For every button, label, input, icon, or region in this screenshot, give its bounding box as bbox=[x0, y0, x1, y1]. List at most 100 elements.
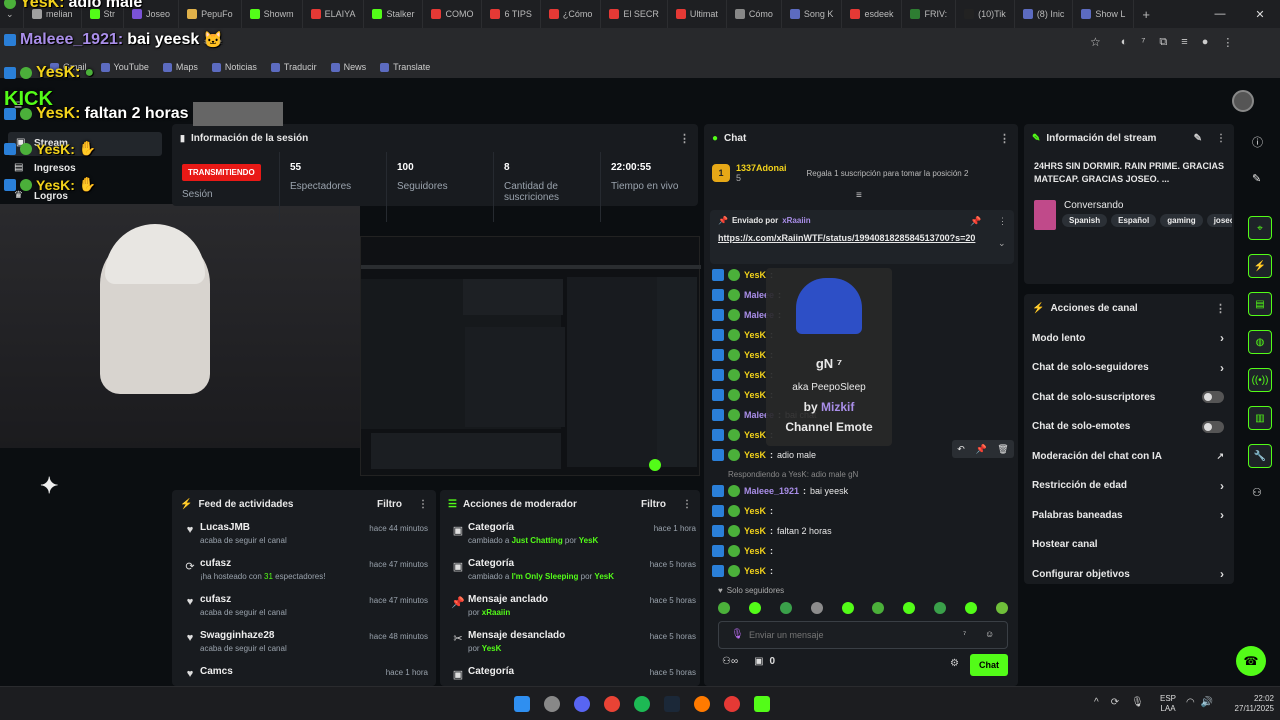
stream-tag[interactable]: joseo bbox=[1206, 214, 1232, 227]
more-options-icon[interactable]: ⋮ bbox=[682, 499, 692, 510]
browser-tab[interactable]: Cómo bbox=[727, 0, 782, 28]
browser-menu-icon[interactable]: ⋮ bbox=[1222, 36, 1233, 49]
browser-tab[interactable]: ¿Cómo bbox=[541, 0, 602, 28]
pinned-link[interactable]: https://x.com/xRaiinWTF/status/199408182… bbox=[718, 232, 980, 244]
7tv-extension-icon[interactable]: ⁷ bbox=[1141, 36, 1145, 49]
chat-username[interactable]: YesK bbox=[744, 526, 766, 536]
minimize-button[interactable]: — bbox=[1200, 0, 1240, 28]
emote-button[interactable] bbox=[810, 602, 823, 614]
mod-action-item[interactable]: 📌 Mensaje anclado por xRaaiin hace 5 horas bbox=[448, 594, 696, 628]
mod-action-item[interactable]: ▣ Categoría cambiado a I'm Only Sleeping p… bbox=[448, 558, 696, 592]
delete-icon[interactable]: 🗑 bbox=[997, 444, 1008, 455]
pin-icon[interactable]: 📌 bbox=[975, 444, 986, 455]
bookmark-star-icon[interactable]: ☆ bbox=[1090, 35, 1101, 49]
category-name[interactable]: Conversando bbox=[1064, 200, 1123, 211]
channel-action-item[interactable]: Hostear canal bbox=[1032, 533, 1224, 557]
chat-username[interactable]: YesK bbox=[744, 506, 766, 516]
kick-app-icon[interactable] bbox=[754, 696, 770, 712]
browser-tab[interactable]: (10)Tik bbox=[956, 0, 1015, 28]
toggle-switch[interactable] bbox=[1202, 391, 1224, 403]
channel-action-item[interactable]: Palabras baneadas › bbox=[1032, 503, 1224, 527]
gift-cta[interactable]: Regala 1 suscripción para tomar la posic… bbox=[807, 169, 969, 178]
chat-username[interactable]: YesK bbox=[744, 430, 766, 440]
steam-app-icon[interactable] bbox=[664, 696, 680, 712]
chat-username[interactable]: YesK bbox=[744, 546, 766, 556]
chat-message[interactable]: YesK: bbox=[712, 502, 777, 520]
browser-tab[interactable]: Ultimat bbox=[668, 0, 727, 28]
channel-action-item[interactable]: Configurar objetivos › bbox=[1032, 562, 1224, 586]
mod-action-user[interactable]: YesK bbox=[482, 644, 502, 653]
chat-username[interactable]: YesK bbox=[744, 390, 766, 400]
support-button[interactable]: ☎ bbox=[1236, 646, 1266, 676]
points-icon[interactable]: ⚇∞ bbox=[722, 656, 738, 667]
feed-username[interactable]: cufasz bbox=[200, 558, 369, 569]
mod-action-user[interactable]: YesK bbox=[594, 572, 614, 581]
chat-username[interactable]: YesK bbox=[744, 370, 766, 380]
expand-icon[interactable]: ≡ bbox=[856, 190, 862, 201]
pinned-options-icon[interactable]: ⋮ bbox=[998, 216, 1007, 227]
mod-action-user[interactable]: xRaaiin bbox=[482, 608, 510, 617]
chat-bubble-icon[interactable]: ◍ bbox=[1248, 330, 1272, 354]
emoji-icon[interactable]: ☺ bbox=[985, 629, 994, 639]
bookmark-item[interactable]: News bbox=[330, 62, 366, 72]
emote-button[interactable] bbox=[995, 602, 1008, 614]
bookmark-item[interactable]: Translate bbox=[380, 62, 430, 72]
browser-tab[interactable]: 6 TIPS bbox=[482, 0, 541, 28]
windows-start-icon[interactable] bbox=[514, 696, 530, 712]
new-tab-button[interactable]: + bbox=[1134, 7, 1158, 22]
close-window-button[interactable]: ✕ bbox=[1240, 0, 1280, 28]
chat-username[interactable]: YesK bbox=[744, 350, 766, 360]
pencil-icon[interactable]: ✎ bbox=[1252, 172, 1261, 185]
browser-tab[interactable]: FRIV: bbox=[902, 0, 957, 28]
layout-icon[interactable]: ▥ bbox=[1248, 406, 1272, 430]
filter-button[interactable]: Filtro bbox=[641, 499, 666, 510]
mod-action-item[interactable]: ▣ Categoría cambiado a Just Chatting por Y… bbox=[448, 522, 696, 556]
feed-item[interactable]: ♥ Camcs hace 1 hora bbox=[180, 666, 428, 686]
browser-tab[interactable]: COMO bbox=[423, 0, 483, 28]
wrench-icon[interactable]: 🔧 bbox=[1248, 444, 1272, 468]
feed-username[interactable]: cufasz bbox=[200, 594, 369, 605]
target-icon[interactable]: ⌖ bbox=[1248, 216, 1272, 240]
settings-app-icon[interactable] bbox=[544, 696, 560, 712]
more-options-icon[interactable]: ⋮ bbox=[418, 499, 428, 510]
puzzle-icon[interactable]: ⧉ bbox=[1159, 36, 1167, 49]
discord-app-icon[interactable] bbox=[574, 696, 590, 712]
pin-toggle-icon[interactable]: 📌 bbox=[970, 216, 981, 227]
channel-action-item[interactable]: Chat de solo-seguidores › bbox=[1032, 356, 1224, 380]
chat-username[interactable]: Maleee_1921 bbox=[744, 486, 799, 496]
more-options-icon[interactable]: ⋮ bbox=[1216, 133, 1226, 144]
chat-username[interactable]: YesK bbox=[744, 270, 766, 280]
community-icon[interactable]: ⚇ bbox=[1252, 486, 1262, 499]
channel-action-item[interactable]: Moderación del chat con IA ↗ bbox=[1032, 444, 1224, 468]
mod-action-user[interactable]: YesK bbox=[579, 536, 599, 545]
mod-action-item[interactable]: ▣ Categoría hace 5 horas bbox=[448, 666, 696, 686]
send-chat-button[interactable]: Chat bbox=[970, 654, 1008, 676]
feed-item[interactable]: ♥ cufasz acaba de seguir el canal hace 47 m… bbox=[180, 594, 428, 628]
channel-action-item[interactable]: Chat de solo-emotes bbox=[1032, 415, 1224, 439]
toggle-switch[interactable] bbox=[1202, 420, 1224, 433]
chat-message[interactable]: YesK: bbox=[712, 562, 777, 580]
feed-username[interactable]: LucasJMB bbox=[200, 522, 369, 533]
system-status[interactable]: ◠ 🔊 bbox=[1186, 697, 1213, 708]
clipboard-icon[interactable]: ▤ bbox=[1248, 292, 1272, 316]
emote-button[interactable] bbox=[934, 602, 947, 614]
chat-message[interactable]: YesK: bbox=[712, 542, 777, 560]
feed-item[interactable]: ⟳ cufasz ¡ha hosteado con 31 espectadores!… bbox=[180, 558, 428, 592]
chat-message[interactable]: YesK: faltan 2 horas bbox=[712, 522, 832, 540]
stream-preview[interactable] bbox=[360, 236, 701, 476]
stream-tag[interactable]: Español bbox=[1111, 214, 1157, 227]
user-avatar[interactable] bbox=[1232, 90, 1254, 112]
more-options-icon[interactable]: ⋮ bbox=[679, 132, 690, 145]
feed-username[interactable]: Swagginhaze28 bbox=[200, 630, 369, 641]
info-icon[interactable]: ⓘ bbox=[1252, 134, 1263, 150]
edit-button[interactable]: ✎ bbox=[1194, 133, 1202, 144]
broadcast-icon[interactable]: ((•)) bbox=[1248, 368, 1272, 392]
browser-tab[interactable]: El SECR bbox=[601, 0, 668, 28]
chevron-up-icon[interactable]: ^ bbox=[1094, 697, 1099, 708]
clock[interactable]: 22:02 27/11/2025 bbox=[1216, 694, 1274, 714]
channel-action-item[interactable]: Chat de solo-suscriptores bbox=[1032, 385, 1224, 409]
7tv-emote-icon[interactable]: ⁷ bbox=[963, 629, 966, 639]
brave-app-icon[interactable] bbox=[694, 696, 710, 712]
chat-input[interactable] bbox=[749, 626, 949, 644]
stream-tag[interactable]: Spanish bbox=[1062, 214, 1108, 227]
